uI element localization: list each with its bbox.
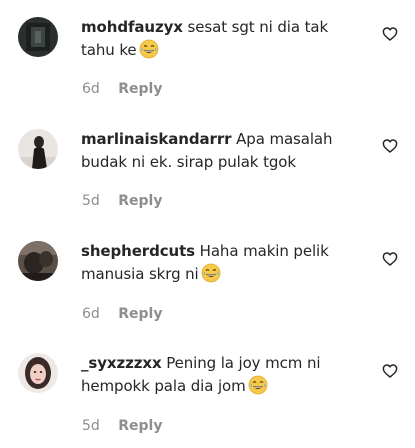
reply-button[interactable]: Reply (118, 418, 162, 434)
comment-text: _syxzzzxx Pening la joy mcm ni hempokk p… (81, 352, 366, 398)
comment-meta: 6d Reply (82, 305, 162, 323)
avatar[interactable] (18, 241, 58, 281)
comment-username[interactable]: _syxzzzxx (81, 354, 162, 372)
comment-meta: 5d Reply (82, 192, 162, 210)
grinning-sweat-emoji (248, 375, 268, 395)
comment-time: 6d (82, 306, 100, 322)
reply-button[interactable]: Reply (118, 306, 162, 322)
avatar[interactable] (18, 129, 58, 169)
comment-username[interactable]: marlinaiskandarrr (81, 130, 232, 148)
comment-meta: 6d Reply (82, 80, 162, 98)
comment-time: 5d (82, 193, 100, 209)
comment-username[interactable]: shepherdcuts (81, 242, 195, 260)
heart-outline-icon[interactable] (382, 26, 398, 42)
heart-outline-icon[interactable] (382, 251, 398, 267)
comment-item: marlinaiskandarrr Apa masalah budak ni e… (0, 112, 415, 224)
heart-outline-icon[interactable] (382, 138, 398, 154)
grinning-sweat-emoji (201, 263, 221, 283)
comment-text: shepherdcuts Haha makin pelik manusia sk… (81, 240, 366, 286)
avatar[interactable] (18, 17, 58, 57)
avatar[interactable] (18, 353, 58, 393)
comment-username[interactable]: mohdfauzyx (81, 18, 183, 36)
comment-meta: 5d Reply (82, 417, 162, 435)
comment-time: 6d (82, 81, 100, 97)
comment-item: _syxzzzxx Pening la joy mcm ni hempokk p… (0, 336, 415, 448)
comment-item: mohdfauzyx sesat sgt ni dia tak tahu ke … (0, 0, 415, 112)
comment-item: shepherdcuts Haha makin pelik manusia sk… (0, 224, 415, 336)
reply-button[interactable]: Reply (118, 193, 162, 209)
grinning-sweat-emoji (139, 39, 159, 59)
comment-time: 5d (82, 418, 100, 434)
reply-button[interactable]: Reply (118, 81, 162, 97)
heart-outline-icon[interactable] (382, 363, 398, 379)
comment-text: marlinaiskandarrr Apa masalah budak ni e… (81, 128, 366, 174)
comment-text: mohdfauzyx sesat sgt ni dia tak tahu ke (81, 16, 366, 62)
